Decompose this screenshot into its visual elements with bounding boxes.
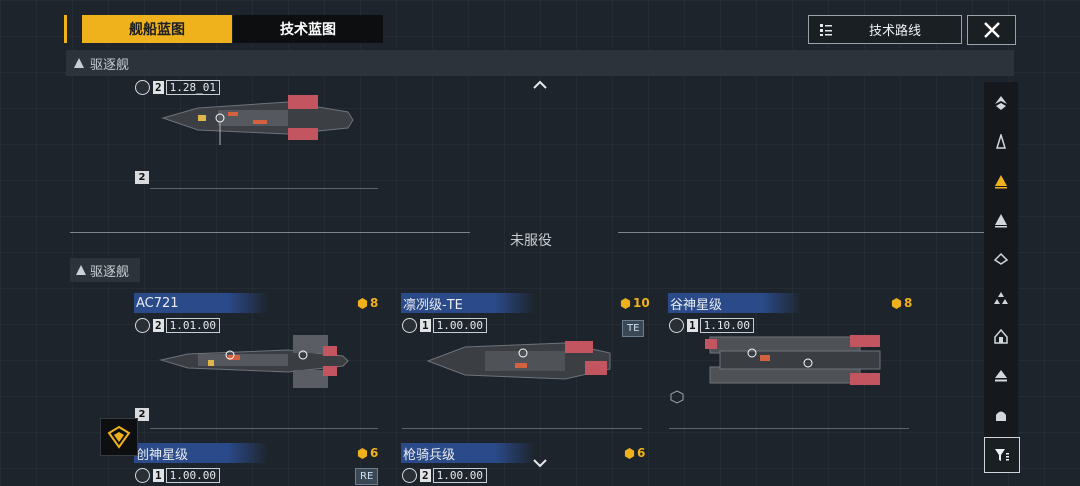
ship-sprite[interactable]	[425, 333, 615, 388]
slot-badge: 2	[135, 171, 149, 184]
battleship-icon[interactable]	[984, 322, 1018, 352]
destroyer-class-icon	[74, 58, 84, 68]
version-tag: 1 1.00.00	[402, 318, 487, 333]
scale-line	[402, 428, 642, 429]
ship-name[interactable]: 谷神星级	[668, 293, 802, 313]
cost-icon	[357, 447, 368, 459]
version-icon	[135, 468, 150, 483]
tech-route-button[interactable]: 技术路线	[808, 15, 962, 44]
fleet-shortcut-button[interactable]	[100, 418, 138, 456]
cost-icon	[620, 297, 631, 309]
close-button[interactable]	[967, 15, 1016, 45]
category-bar[interactable]: 驱逐舰	[66, 50, 1014, 76]
section-label: 未服役	[510, 233, 552, 249]
carrier-icon[interactable]	[984, 283, 1018, 313]
tab-ship-blueprint[interactable]: 舰船蓝图	[82, 15, 232, 43]
dreadnought-icon[interactable]	[984, 361, 1018, 391]
cost-display: 6	[624, 446, 645, 460]
destroyer-icon[interactable]	[984, 166, 1018, 196]
version-icon	[669, 318, 684, 333]
cost-display: 8	[357, 296, 378, 310]
variant-badge: RE	[355, 468, 379, 485]
ship-name[interactable]: 凛冽级-TE	[401, 293, 535, 313]
version-tag: 1 1.00.00	[135, 468, 220, 483]
ship-name[interactable]: AC721	[134, 293, 268, 313]
version-icon	[135, 80, 150, 95]
chevron-up-icon[interactable]	[532, 80, 548, 90]
cost-icon	[891, 297, 902, 309]
version-tag: 2 1.00.00	[402, 468, 487, 483]
chevron-down-icon[interactable]	[532, 458, 548, 468]
variant-badge: TE	[622, 320, 645, 337]
version-icon	[402, 468, 417, 483]
cost-icon	[357, 297, 368, 309]
tech-route-label: 技术路线	[869, 24, 922, 39]
close-icon	[983, 22, 1000, 38]
divider-left	[70, 232, 470, 233]
ship-sprite[interactable]	[158, 330, 353, 392]
ship-sprite[interactable]	[158, 90, 358, 145]
cruiser-icon[interactable]	[984, 205, 1018, 235]
ship-sprite[interactable]	[700, 325, 890, 395]
cost-display: 8	[891, 296, 912, 310]
hex-marker-icon	[670, 390, 684, 404]
destroyer-light-icon[interactable]	[984, 127, 1018, 157]
category-label: 驱逐舰	[90, 57, 130, 73]
frigate-icon[interactable]	[984, 88, 1018, 118]
cost-display: 10	[620, 296, 650, 310]
ship-name[interactable]: 枪骑兵级	[401, 443, 535, 463]
tab-indicator	[64, 15, 79, 43]
scale-line	[669, 428, 909, 429]
group-tag: 驱逐舰	[70, 258, 140, 282]
cost-icon	[624, 447, 635, 459]
scale-line	[150, 428, 378, 429]
capital-icon[interactable]	[984, 400, 1018, 430]
version-icon	[402, 318, 417, 333]
list-icon	[820, 23, 832, 36]
group-label: 驱逐舰	[90, 264, 130, 280]
battlecruiser-icon[interactable]	[984, 244, 1018, 274]
divider-right	[618, 232, 1008, 233]
version-icon	[135, 318, 150, 333]
destroyer-class-icon	[76, 265, 86, 275]
scale-line	[150, 188, 378, 189]
filter-button[interactable]	[984, 437, 1020, 473]
ship-name[interactable]: 创神星级	[134, 443, 268, 463]
rank-chevron-icon	[107, 425, 131, 449]
filter-icon	[995, 449, 1009, 461]
cost-display: 6	[357, 446, 378, 460]
tab-tech-blueprint[interactable]: 技术蓝图	[233, 15, 383, 43]
